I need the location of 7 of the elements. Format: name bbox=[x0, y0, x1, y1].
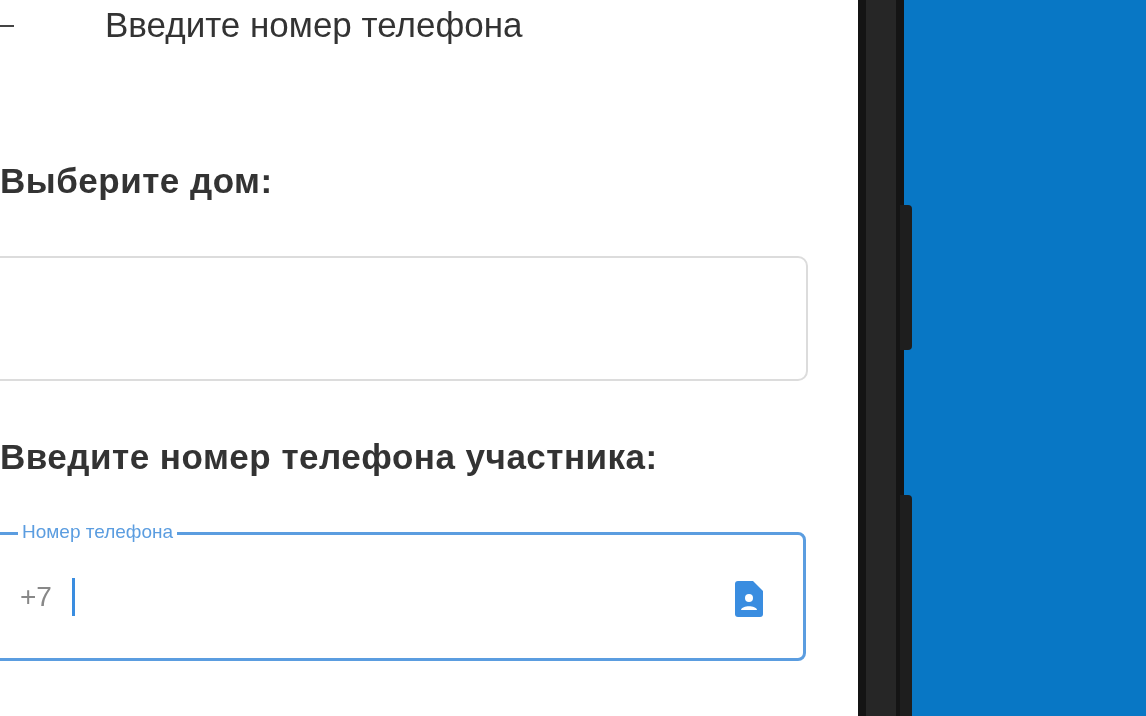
floating-label: Номер телефона bbox=[18, 521, 178, 543]
contact-card-icon[interactable] bbox=[735, 581, 763, 617]
screen-title: Введите номер телефона bbox=[105, 4, 523, 46]
phone-prefix: +7 bbox=[20, 580, 52, 614]
field-label: Введите номер телефона участника: bbox=[0, 436, 658, 478]
text-cursor bbox=[72, 578, 75, 616]
field-label: Выберите дом: bbox=[0, 160, 273, 202]
